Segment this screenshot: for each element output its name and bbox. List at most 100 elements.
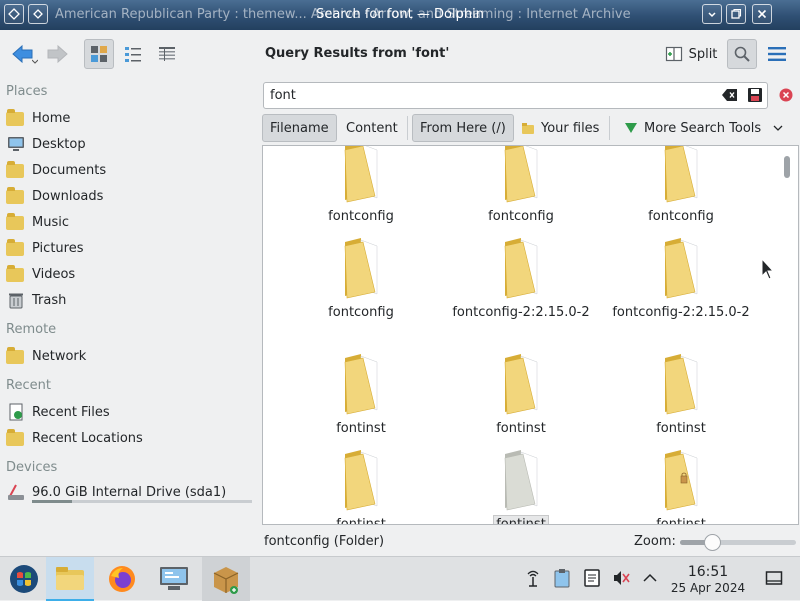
- file-item[interactable]: fontinst: [601, 448, 761, 525]
- hard-drive-icon: [6, 482, 26, 502]
- filename-toggle[interactable]: Filename: [262, 114, 337, 142]
- notes-icon[interactable]: [581, 567, 603, 589]
- vertical-scrollbar[interactable]: [782, 152, 792, 520]
- application-launcher-button[interactable]: [0, 557, 48, 601]
- your-files-toggle[interactable]: Your files: [514, 114, 606, 142]
- sidebar-item-label: Pictures: [32, 240, 84, 256]
- search-options-bar: Filename Content From Here (/) Your file…: [262, 113, 798, 143]
- sidebar-item-recent-locations[interactable]: Recent Locations: [6, 426, 256, 450]
- clock-time[interactable]: 16:51: [670, 564, 746, 580]
- clipboard-icon[interactable]: [551, 567, 573, 589]
- file-name: fontconfig: [648, 209, 714, 224]
- sidebar-item-pictures[interactable]: Pictures: [6, 236, 256, 260]
- file-item[interactable]: fontinst: [281, 448, 441, 524]
- folder-icon: [497, 448, 545, 512]
- sidebar-item-label: Recent Files: [32, 404, 110, 420]
- details-view-button[interactable]: [152, 39, 182, 69]
- file-name: fontinst: [656, 421, 706, 436]
- firefox-icon: [109, 566, 135, 592]
- sidebar-item-label: Home: [32, 110, 71, 126]
- back-dropdown-icon[interactable]: [32, 59, 38, 65]
- split-button[interactable]: Split: [661, 39, 721, 69]
- taskbar: 16:51 25 Apr 2024: [0, 556, 800, 601]
- forward-arrow-icon: [47, 44, 68, 64]
- devices-header: Devices: [6, 460, 58, 475]
- status-bar: fontconfig (Folder) Zoom:: [0, 530, 800, 556]
- sidebar-item-network[interactable]: Network: [6, 344, 256, 368]
- file-item[interactable]: fontconfig-2:2.15.0-2: [601, 236, 761, 321]
- recent-locations-icon: [6, 428, 26, 448]
- file-name: fontinst: [656, 517, 706, 525]
- taskbar-package-manager[interactable]: [202, 557, 250, 601]
- sidebar-item-videos[interactable]: Videos: [6, 262, 256, 286]
- file-item[interactable]: fontinst: [281, 352, 441, 437]
- file-item[interactable]: fontinst: [441, 352, 601, 437]
- drive-usage-bar: [32, 500, 252, 503]
- audio-muted-icon[interactable]: [610, 567, 632, 589]
- compact-view-button[interactable]: [118, 39, 148, 69]
- window-titlebar[interactable]: American Republican Party : themew... Ar…: [0, 0, 800, 30]
- folder-icon: [657, 146, 705, 204]
- clock-date[interactable]: 25 Apr 2024: [664, 581, 752, 595]
- clear-text-icon[interactable]: [722, 88, 738, 102]
- file-item[interactable]: fontconfig: [281, 146, 441, 225]
- window-menu-icon[interactable]: [4, 4, 24, 24]
- content-toggle[interactable]: Content: [339, 114, 405, 142]
- taskbar-firefox[interactable]: [98, 557, 146, 601]
- sidebar-item-music[interactable]: Music: [6, 210, 256, 234]
- zoom-slider[interactable]: [680, 534, 796, 551]
- sidebar-item-recent-files[interactable]: Recent Files: [6, 400, 256, 424]
- folder-icon: [497, 352, 545, 416]
- file-item[interactable]: fontinst: [601, 352, 761, 437]
- scrollbar-thumb[interactable]: [784, 156, 790, 178]
- file-item[interactable]: fontconfig: [281, 236, 441, 321]
- minimize-icon[interactable]: [702, 4, 722, 24]
- file-view[interactable]: fontconfig fontconfig fontconfig fontconfig…: [262, 145, 799, 525]
- sidebar-item-label: Recent Locations: [32, 430, 143, 446]
- sidebar-item-downloads[interactable]: Downloads: [6, 184, 256, 208]
- file-item[interactable]: fontconfig: [601, 146, 761, 225]
- taskbar-system-settings[interactable]: [150, 557, 198, 601]
- file-item[interactable]: fontinst: [441, 448, 601, 524]
- folder-icon: [337, 146, 385, 204]
- sidebar-item-home[interactable]: Home: [6, 106, 256, 130]
- icons-view-button[interactable]: [84, 39, 114, 69]
- icons-view-icon: [91, 46, 107, 62]
- documents-folder-icon: [6, 160, 26, 180]
- zoom-slider-handle[interactable]: [704, 534, 722, 551]
- from-here-toggle[interactable]: From Here (/): [412, 114, 514, 142]
- more-search-tools-button[interactable]: More Search Tools: [617, 114, 790, 142]
- split-label: Split: [688, 46, 718, 62]
- sidebar-item-label: Downloads: [32, 188, 104, 204]
- divider: [609, 116, 610, 140]
- dolphin-file-manager-icon: [56, 567, 84, 590]
- hamburger-menu-button[interactable]: [762, 39, 792, 69]
- mouse-cursor-icon: [761, 258, 775, 280]
- save-search-icon[interactable]: [747, 87, 763, 103]
- status-text: fontconfig (Folder): [264, 534, 385, 549]
- folder-icon: [497, 146, 545, 204]
- file-item[interactable]: fontconfig: [441, 146, 601, 225]
- sidebar-item-trash[interactable]: Trash: [6, 288, 256, 312]
- folder-icon: [657, 448, 705, 512]
- expand-tray-icon[interactable]: [639, 567, 661, 589]
- keep-above-icon[interactable]: [28, 4, 48, 24]
- file-name: fontconfig: [328, 209, 394, 224]
- maximize-icon[interactable]: [726, 4, 746, 24]
- recent-header: Recent: [6, 378, 51, 393]
- sidebar-item-documents[interactable]: Documents: [6, 158, 256, 182]
- hamburger-menu-icon: [768, 47, 786, 61]
- forward-button[interactable]: [42, 39, 72, 69]
- search-button[interactable]: [727, 39, 757, 69]
- search-input[interactable]: font: [263, 82, 768, 109]
- file-item[interactable]: fontconfig-2:2.15.0-2: [441, 236, 601, 321]
- network-icon[interactable]: [522, 567, 544, 589]
- taskbar-dolphin[interactable]: [46, 557, 94, 601]
- home-folder-icon: [6, 108, 26, 128]
- sidebar-item-desktop[interactable]: Desktop: [6, 132, 256, 156]
- back-button[interactable]: [8, 39, 38, 69]
- close-icon[interactable]: [752, 4, 772, 24]
- show-desktop-icon[interactable]: [763, 567, 785, 589]
- close-search-icon[interactable]: [779, 88, 793, 102]
- desktop-icon: [6, 134, 26, 154]
